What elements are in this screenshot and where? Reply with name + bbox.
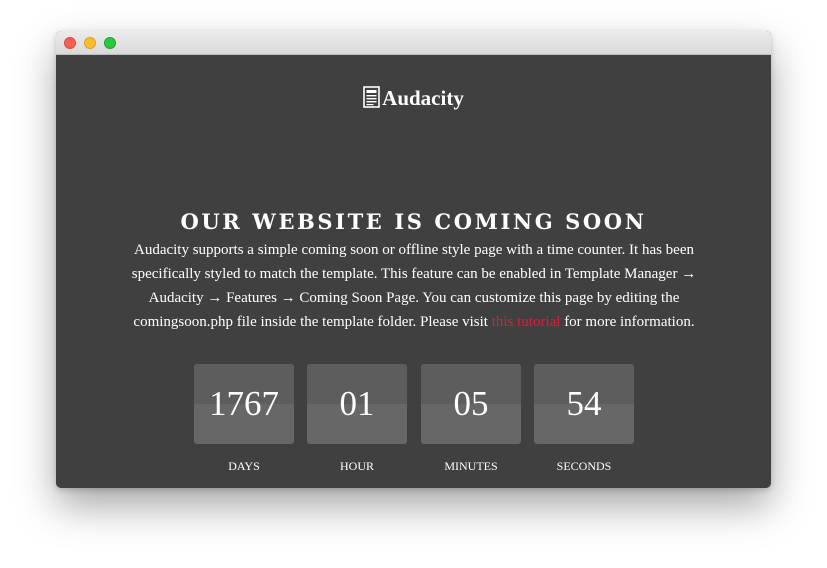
countdown-minutes-label: MINUTES xyxy=(444,459,498,473)
countdown-hour-box: 01 xyxy=(307,364,407,444)
minimize-button[interactable] xyxy=(84,37,96,49)
page-title: OUR WEBSITE IS COMING SOON xyxy=(180,209,647,234)
countdown-days-label: DAYS xyxy=(228,459,260,473)
countdown-days-box: 1767 xyxy=(194,364,294,444)
window-titlebar xyxy=(56,31,771,55)
description-after-link: for more information. xyxy=(560,314,695,330)
tutorial-link[interactable]: this tutorial xyxy=(492,314,561,330)
countdown-seconds-label: SECONDS xyxy=(556,459,612,473)
close-button[interactable] xyxy=(64,37,76,49)
countdown-hour-value: 01 xyxy=(339,384,375,423)
countdown-days-value: 1767 xyxy=(209,384,279,423)
coming-soon-page: Audacity OUR WEBSITE IS COMING SOON Auda… xyxy=(56,55,771,488)
countdown-minutes-box: 05 xyxy=(421,364,521,444)
newspaper-icon xyxy=(363,86,380,114)
site-logo[interactable]: Audacity xyxy=(56,85,771,114)
countdown-minutes-value: 05 xyxy=(453,384,489,423)
description-text: Audacity supports a simple coming soon o… xyxy=(114,238,714,334)
countdown-seconds-box: 54 xyxy=(534,364,634,444)
logo-text: Audacity xyxy=(382,86,464,110)
countdown-hour-label: HOUR xyxy=(339,459,374,473)
browser-window: Audacity OUR WEBSITE IS COMING SOON Auda… xyxy=(56,31,771,488)
countdown-seconds-value: 54 xyxy=(566,384,602,423)
zoom-button[interactable] xyxy=(104,37,116,49)
